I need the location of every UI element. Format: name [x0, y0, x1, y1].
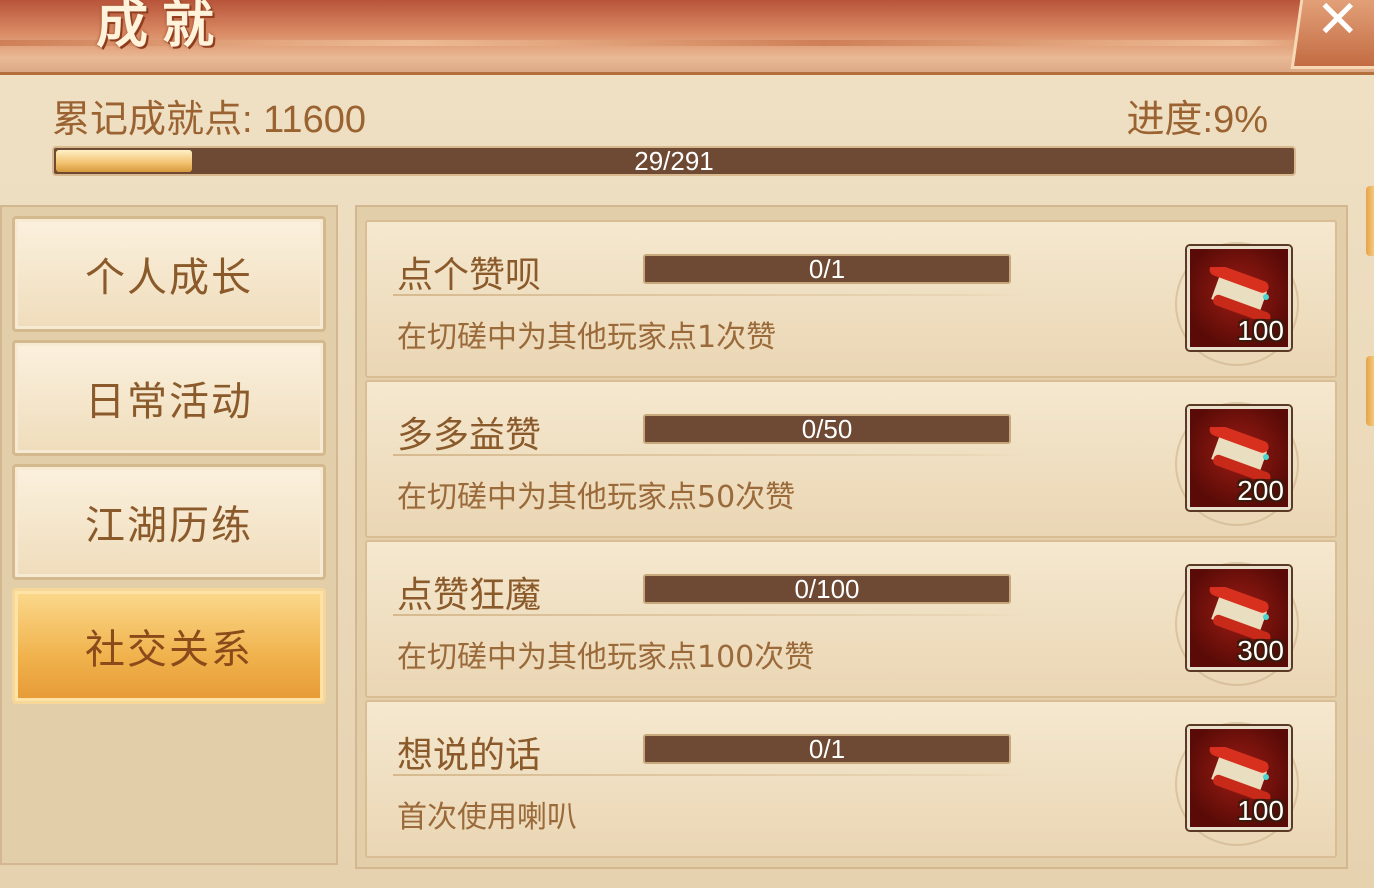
- achievement-progress-text: 0/50: [801, 414, 853, 444]
- tab-label: 社交关系: [85, 627, 253, 673]
- progress-percent-label: 进度:9%: [1126, 99, 1268, 141]
- achievement-progress-text: 0/100: [794, 574, 860, 604]
- achievement-card: 点赞狂魔 0/100 在切磋中为其他玩家点100次赞 300: [365, 540, 1337, 698]
- reward-item[interactable]: 100: [1187, 726, 1291, 830]
- total-points-label: 累记成就点: 11600: [52, 99, 366, 141]
- achievement-progress-bar: 0/1: [643, 734, 1011, 764]
- reward-count: 300: [1237, 635, 1284, 666]
- achievement-card: 点个赞呗 0/1 在切磋中为其他玩家点1次赞 100: [365, 220, 1337, 378]
- achievement-description: 首次使用喇叭: [397, 800, 577, 835]
- tab-label: 日常活动: [85, 379, 253, 425]
- reward-item[interactable]: 200: [1187, 406, 1291, 510]
- achievement-title: 点个赞呗: [397, 255, 542, 296]
- reward-item[interactable]: 300: [1187, 566, 1291, 670]
- panel-title: 成就: [96, 0, 229, 55]
- reward-count: 100: [1237, 795, 1284, 826]
- title-banner: 成就: [0, 0, 1374, 75]
- side-edge-tab[interactable]: [1366, 356, 1374, 426]
- divider: [393, 614, 1027, 616]
- achievement-title: 多多益赞: [397, 415, 542, 456]
- reward-count: 100: [1237, 315, 1284, 346]
- achievement-card: 想说的话 0/1 首次使用喇叭 100: [365, 700, 1337, 858]
- divider: [393, 774, 1027, 776]
- achievement-title: 想说的话: [397, 735, 542, 776]
- divider: [393, 454, 1027, 456]
- achievement-progress-text: 0/1: [808, 734, 846, 764]
- scroll-icon: [1209, 587, 1271, 639]
- scroll-icon: [1209, 427, 1271, 479]
- achievement-progress-bar: 0/1: [643, 254, 1011, 284]
- achievement-progress-bar: 0/50: [643, 414, 1011, 444]
- divider: [393, 294, 1027, 296]
- tab-label: 江湖历练: [85, 503, 253, 549]
- tab-jianghu-experience[interactable]: 江湖历练: [12, 464, 326, 580]
- achievement-description: 在切磋中为其他玩家点1次赞: [397, 320, 777, 355]
- tab-label: 个人成长: [85, 255, 253, 301]
- achievement-description: 在切磋中为其他玩家点50次赞: [397, 480, 796, 515]
- tab-social-relations[interactable]: 社交关系: [12, 588, 326, 704]
- reward-item[interactable]: 100: [1187, 246, 1291, 350]
- overall-progress-bar: 29/291: [52, 146, 1296, 176]
- tab-personal-growth[interactable]: 个人成长: [12, 216, 326, 332]
- achievement-progress-bar: 0/100: [643, 574, 1011, 604]
- overall-progress-text: 29/291: [634, 146, 714, 176]
- achievement-title: 点赞狂魔: [397, 575, 542, 616]
- achievement-progress-text: 0/1: [808, 254, 846, 284]
- scroll-icon: [1209, 747, 1271, 799]
- achievement-card: 多多益赞 0/50 在切磋中为其他玩家点50次赞 200: [365, 380, 1337, 538]
- side-edge-tab[interactable]: [1366, 186, 1374, 256]
- reward-count: 200: [1237, 475, 1284, 506]
- achievement-description: 在切磋中为其他玩家点100次赞: [397, 640, 815, 675]
- close-icon[interactable]: ✕: [1316, 0, 1360, 50]
- tab-daily-activity[interactable]: 日常活动: [12, 340, 326, 456]
- scroll-icon: [1209, 267, 1271, 319]
